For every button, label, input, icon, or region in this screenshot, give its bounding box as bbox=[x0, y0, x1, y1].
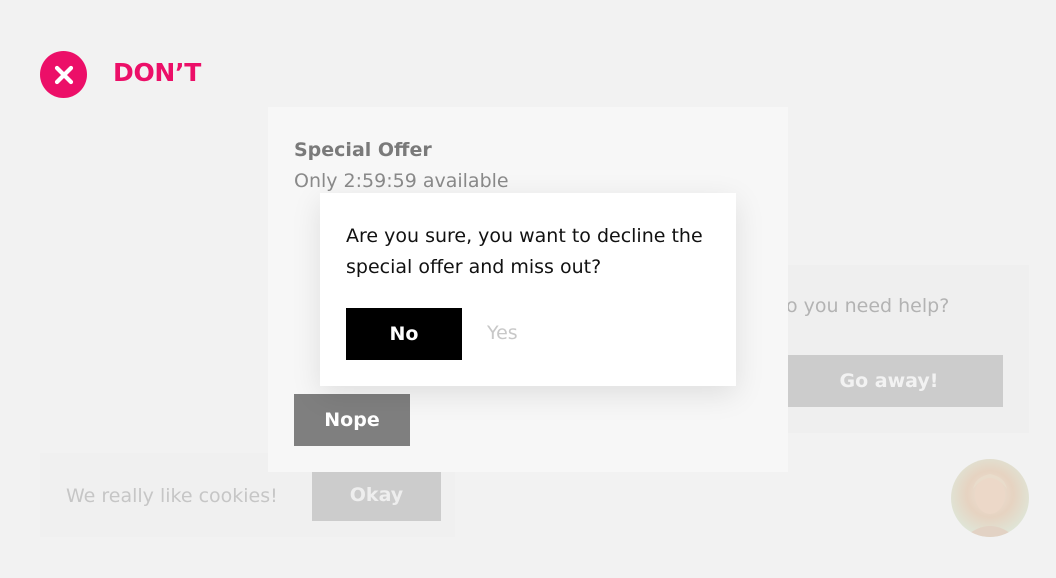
no-button[interactable]: No bbox=[346, 308, 462, 360]
x-mark-icon bbox=[54, 65, 73, 84]
chat-avatar[interactable] bbox=[951, 459, 1029, 537]
cookie-okay-button[interactable]: Okay bbox=[312, 468, 441, 521]
help-question-text: o you need help? bbox=[786, 295, 950, 317]
yes-link[interactable]: Yes bbox=[487, 319, 518, 347]
dialog-message: Are you sure, you want to decline the sp… bbox=[346, 225, 703, 278]
offer-countdown: Only 2:59:59 available bbox=[294, 170, 509, 192]
go-away-button[interactable]: Go away! bbox=[775, 355, 1003, 407]
dont-heading: DON’T bbox=[113, 58, 201, 87]
nope-button[interactable]: Nope bbox=[294, 394, 410, 446]
offer-title: Special Offer bbox=[294, 139, 432, 161]
person-avatar-icon bbox=[965, 474, 1015, 537]
cookie-message: We really like cookies! bbox=[66, 485, 278, 507]
close-circle-icon bbox=[40, 51, 87, 98]
